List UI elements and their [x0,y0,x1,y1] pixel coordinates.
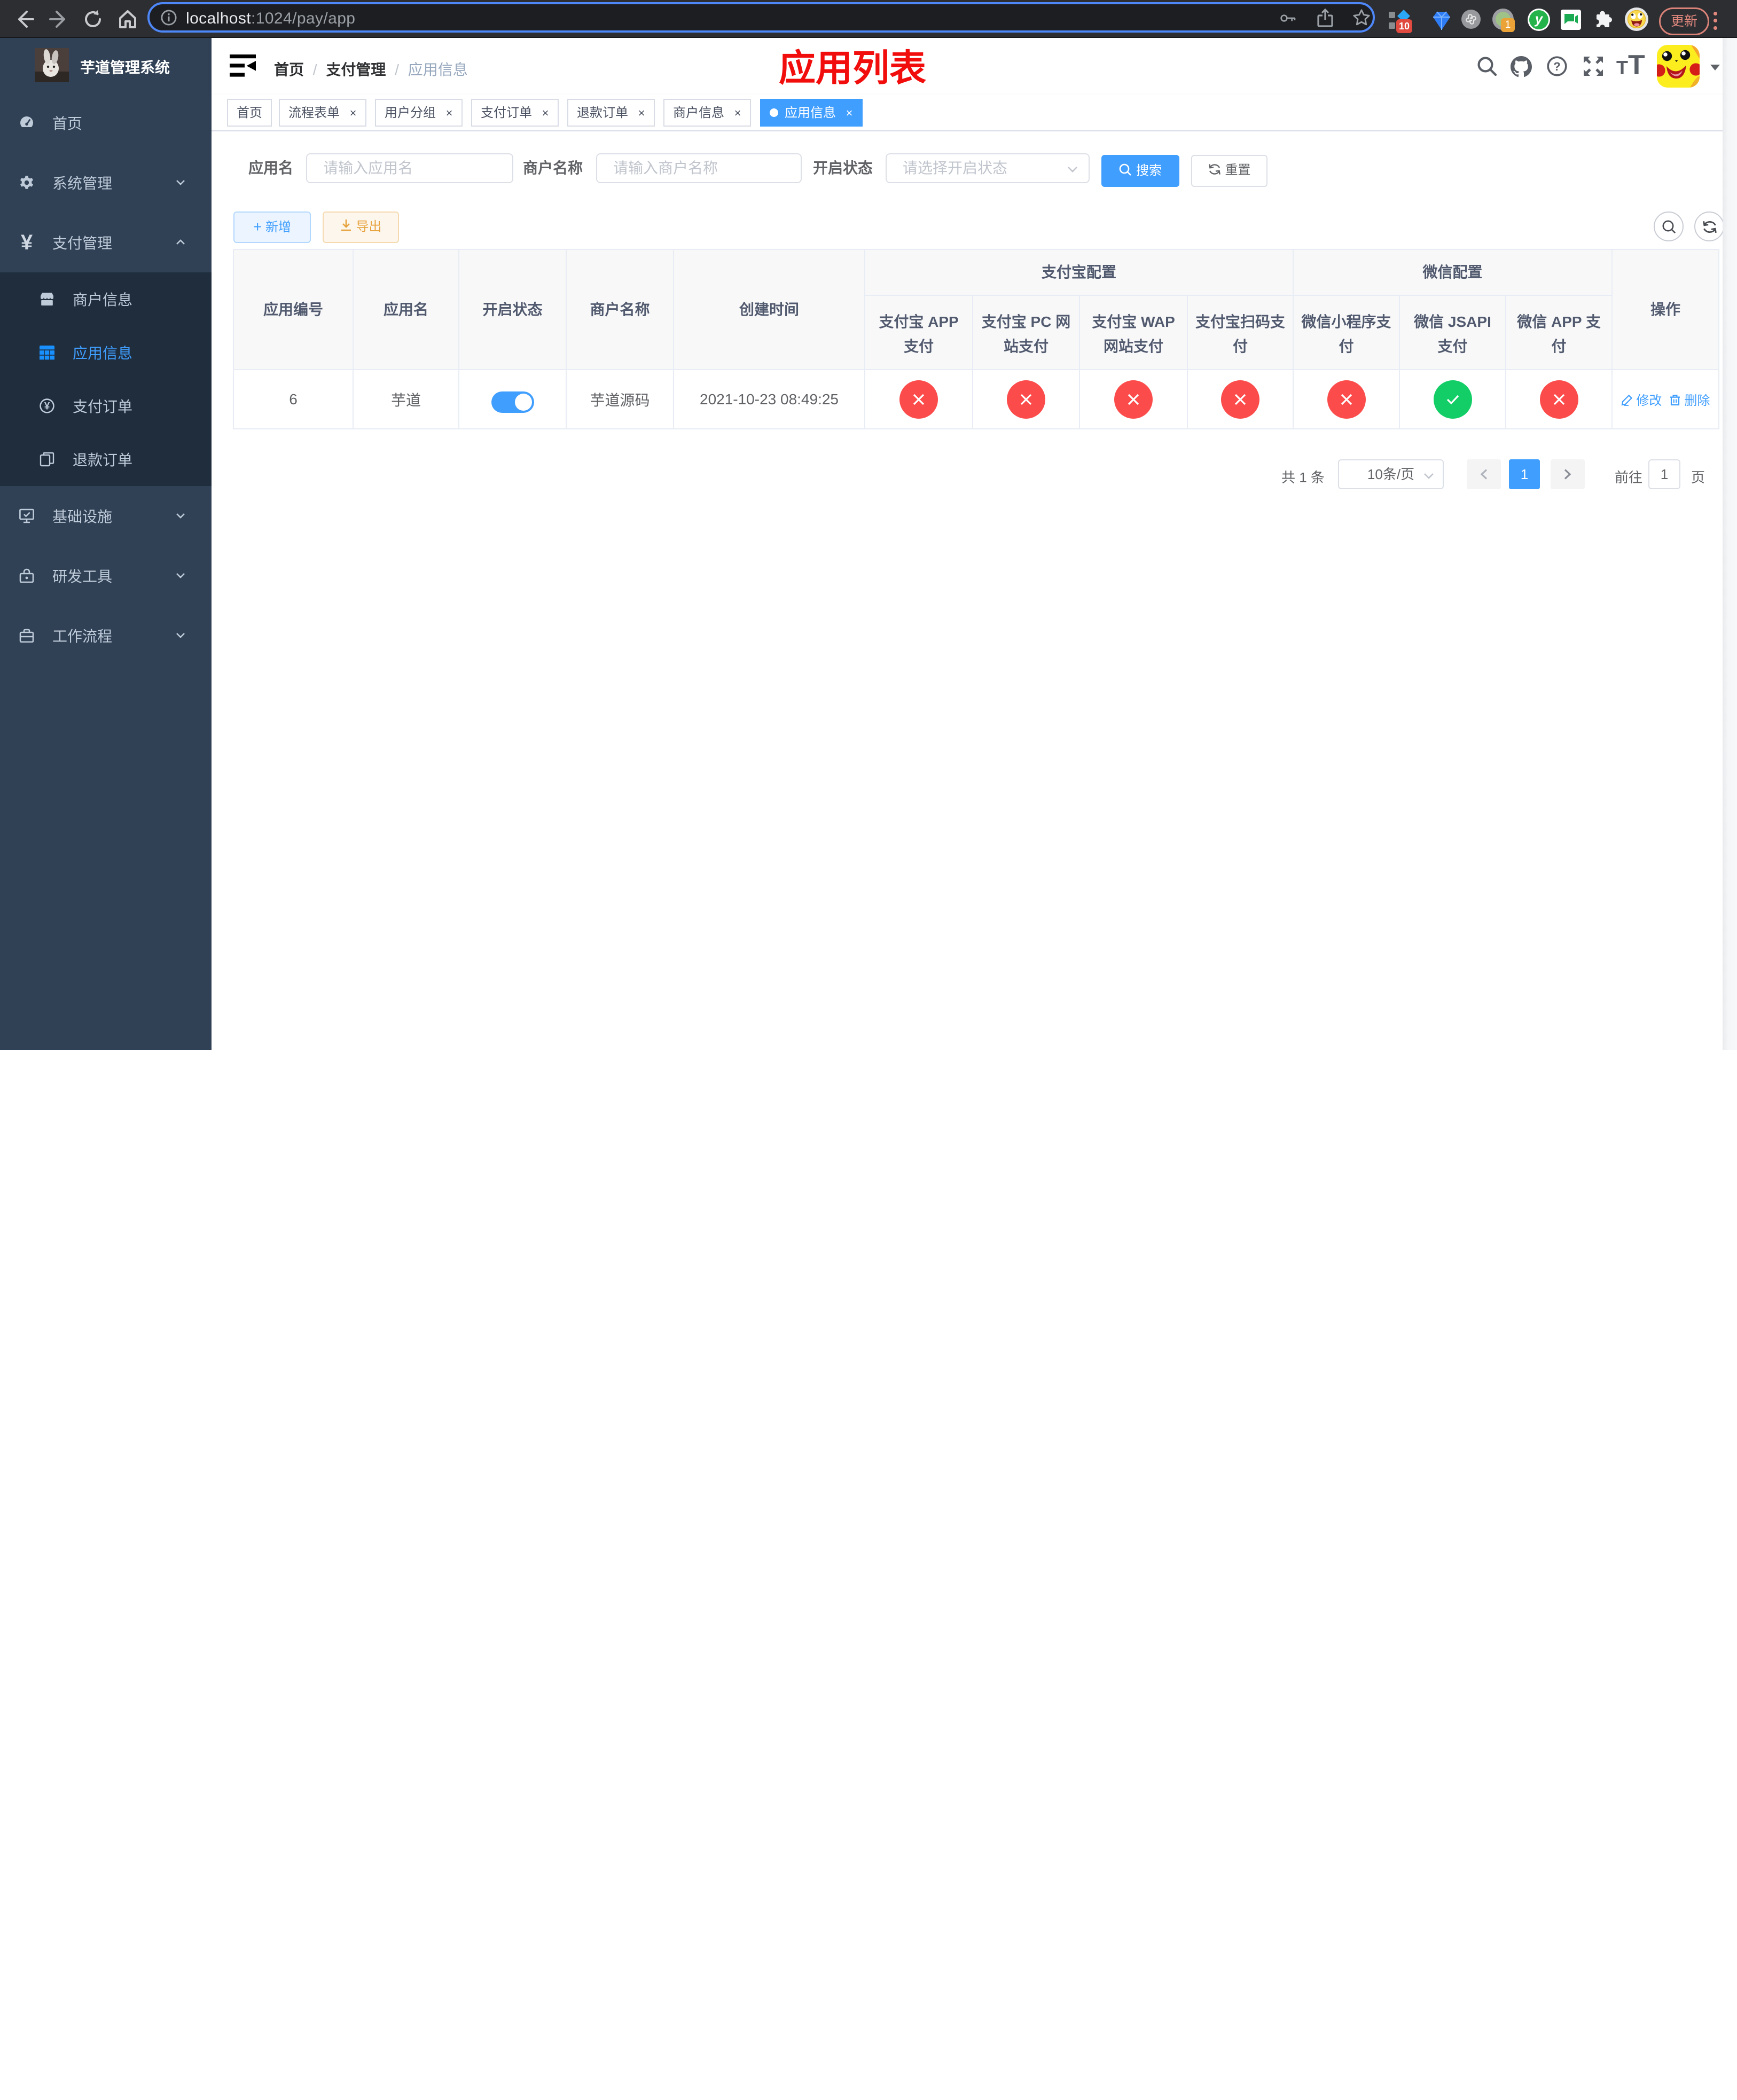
svg-text:?: ? [1553,60,1560,73]
svg-text:¥: ¥ [44,401,50,412]
